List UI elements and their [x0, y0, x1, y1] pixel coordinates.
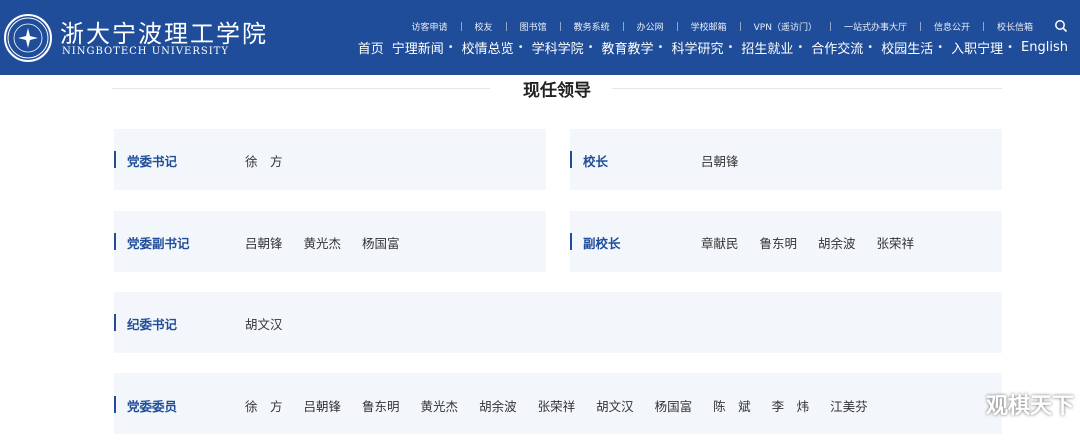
leader-name: 张荣祥 [537, 399, 576, 414]
role-label: 党委书记 [127, 154, 178, 169]
names-list: 徐 方 吕朝锋 鲁东明 黄光杰 胡余波 张荣祥 胡文汉 杨国富 陈 斌 李 炜 … [245, 396, 889, 415]
accent-bar [114, 151, 116, 168]
nav-item-home[interactable]: 首页 [354, 38, 388, 57]
dot-separator-icon: • [867, 42, 874, 53]
leader-name: 胡文汉 [245, 317, 283, 332]
role-label: 党委委员 [127, 399, 178, 414]
nav-label: English [1021, 40, 1068, 55]
university-emblem-icon[interactable] [4, 14, 52, 62]
role-label: 校长 [583, 154, 609, 169]
leader-name: 江美芬 [830, 399, 868, 414]
leader-card-vice-president: 副校长 章献民 鲁东明 胡余波 张荣祥 [570, 211, 1002, 272]
leader-card-committee-members: 党委委员 徐 方 吕朝锋 鲁东明 黄光杰 胡余波 张荣祥 胡文汉 杨国富 陈 斌… [114, 373, 1002, 434]
nav-label: 科学研究 [671, 42, 724, 57]
dot-separator-icon: • [447, 42, 454, 53]
accent-bar [114, 233, 116, 250]
dot-separator-icon: • [727, 42, 734, 53]
nav-item-overview[interactable]: 校情总览 • [458, 38, 528, 57]
utility-link-service-hall[interactable]: 一站式办事大厅 [831, 20, 920, 33]
leader-name: 鲁东明 [362, 399, 400, 414]
nav-label: 首页 [357, 42, 384, 57]
utility-link-visitor[interactable]: 访客申请 [399, 20, 461, 33]
logo-chinese-name[interactable]: 浙大宁波理工学院 [60, 14, 268, 49]
leader-name: 陈 斌 [713, 399, 751, 414]
leader-name: 徐 方 [245, 399, 283, 414]
role-label: 党委副书记 [127, 236, 190, 251]
dot-separator-icon: • [657, 42, 664, 53]
leader-name: 李 炜 [771, 399, 810, 414]
accent-bar [570, 233, 572, 250]
nav-item-campus-life[interactable]: 校园生活 • [877, 38, 947, 57]
nav-item-research[interactable]: 科学研究 • [667, 38, 737, 57]
leader-name: 黄光杰 [420, 399, 459, 414]
nav-item-education[interactable]: 教育教学 • [598, 38, 668, 57]
leader-name: 胡余波 [818, 236, 856, 251]
utility-link-disclosure[interactable]: 信息公开 [921, 20, 983, 33]
nav-label: 招生就业 [741, 42, 794, 57]
leader-card-deputy-party-secretary: 党委副书记 吕朝锋 黄光杰 杨国富 [114, 211, 546, 272]
section-heading: 现任领导 [112, 74, 1002, 106]
accent-bar [114, 396, 116, 413]
utility-link-alumni[interactable]: 校友 [462, 20, 506, 33]
leader-name: 胡文汉 [596, 399, 634, 414]
nav-item-english[interactable]: English [1017, 40, 1072, 55]
leader-card-party-secretary: 党委书记 徐 方 [114, 129, 546, 190]
nav-label: 学科学院 [531, 42, 584, 57]
leader-name: 杨国富 [654, 399, 693, 414]
logo-english-name[interactable]: NINGBOTECH UNIVERSITY [62, 46, 229, 57]
nav-item-admissions[interactable]: 招生就业 • [737, 38, 807, 57]
names-list: 章献民 鲁东明 胡余波 张荣祥 [701, 233, 935, 252]
utility-link-library[interactable]: 图书馆 [507, 20, 560, 33]
watermark-text: 观棋天下 [985, 394, 1074, 419]
dot-separator-icon: • [937, 42, 944, 53]
nav-item-schools[interactable]: 学科学院 • [528, 38, 598, 57]
role-label: 纪委书记 [127, 317, 178, 332]
utility-links: 访客申请 校友 图书馆 教务系统 办公网 学校邮箱 VPN（遥访门） 一站式办事… [399, 18, 1068, 34]
nav-item-careers[interactable]: 入职宁理 • [947, 38, 1017, 57]
names-list: 胡文汉 [245, 314, 304, 333]
leader-name: 张荣祥 [876, 236, 915, 251]
utility-link-president-mailbox[interactable]: 校长信箱 [984, 20, 1046, 33]
nav-label: 教育教学 [601, 42, 654, 57]
utility-link-vpn[interactable]: VPN（遥访门） [741, 20, 830, 33]
divider [612, 88, 1002, 89]
leader-name: 黄光杰 [303, 236, 342, 251]
nav-item-cooperation[interactable]: 合作交流 • [807, 38, 877, 57]
nav-label: 合作交流 [811, 42, 864, 57]
leader-card-discipline-secretary: 纪委书记 胡文汉 [114, 292, 1002, 353]
names-list: 吕朝锋 [701, 151, 760, 170]
leader-name: 吕朝锋 [245, 236, 283, 251]
site-header: 浙大宁波理工学院 NINGBOTECH UNIVERSITY 访客申请 校友 图… [0, 0, 1080, 75]
leader-name: 吕朝锋 [303, 399, 342, 414]
nav-item-news[interactable]: 宁理新闻 • [388, 38, 458, 57]
nav-label: 校园生活 [881, 42, 934, 57]
leader-name: 徐 方 [245, 154, 283, 169]
utility-link-office[interactable]: 办公网 [624, 20, 677, 33]
utility-link-academic-system[interactable]: 教务系统 [561, 20, 623, 33]
nav-label: 宁理新闻 [391, 42, 444, 57]
dot-separator-icon: • [517, 42, 524, 53]
leader-name: 鲁东明 [759, 236, 798, 251]
dot-separator-icon: • [797, 42, 804, 53]
dot-separator-icon: • [1007, 42, 1014, 53]
leader-name: 胡余波 [479, 399, 517, 414]
dot-separator-icon: • [587, 42, 594, 53]
search-icon[interactable] [1054, 19, 1068, 33]
nav-label: 入职宁理 [951, 42, 1004, 57]
nav-label: 校情总览 [461, 42, 514, 57]
utility-link-email[interactable]: 学校邮箱 [678, 20, 740, 33]
leader-name: 吕朝锋 [701, 154, 739, 169]
leader-card-president: 校长 吕朝锋 [570, 129, 1002, 190]
names-list: 徐 方 [245, 151, 304, 170]
accent-bar [570, 151, 572, 168]
leader-name: 杨国富 [362, 236, 400, 251]
names-list: 吕朝锋 黄光杰 杨国富 [245, 233, 421, 252]
accent-bar [114, 314, 116, 331]
main-nav: 首页 宁理新闻 • 校情总览 • 学科学院 • 教育教学 • 科学研究 • 招生就业 • 合… [354, 38, 1072, 57]
leader-name: 章献民 [701, 236, 739, 251]
role-label: 副校长 [583, 236, 621, 251]
